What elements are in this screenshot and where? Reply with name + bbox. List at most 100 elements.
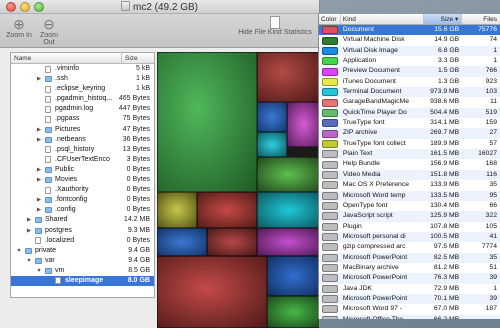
column-header-kind[interactable]: Kind — [341, 14, 425, 24]
treemap-block[interactable] — [257, 52, 319, 102]
tree-folder-row[interactable]: ▶ .config 0 Bytes — [11, 205, 154, 215]
file-kind-row[interactable]: Video Media 151.8 MB 116 — [319, 169, 500, 181]
kind-color-swatch[interactable] — [321, 139, 338, 148]
treemap-block[interactable] — [207, 228, 257, 256]
tree-folder-row[interactable]: ▶ .netbeans 36 Bytes — [11, 135, 154, 145]
disclosure-collapsed-icon[interactable]: ▶ — [35, 125, 43, 135]
treemap-block[interactable] — [257, 228, 319, 256]
kind-color-swatch[interactable] — [321, 46, 338, 55]
kind-color-swatch[interactable] — [321, 36, 338, 45]
file-kind-row[interactable]: Microsoft PowerPoint 76.3 MB 39 — [319, 273, 500, 284]
treemap-block[interactable] — [257, 132, 287, 157]
disclosure-collapsed-icon[interactable]: ▶ — [35, 175, 43, 185]
kind-color-swatch[interactable] — [321, 98, 338, 107]
kind-color-swatch[interactable] — [321, 119, 338, 128]
kind-color-swatch[interactable] — [321, 295, 338, 304]
kind-color-swatch[interactable] — [321, 233, 338, 242]
file-kind-row[interactable]: Microsoft PowerPoint 70.1 MB 39 — [319, 293, 500, 305]
tree-folder-row[interactable]: ▶ Shared 14.2 MB — [11, 215, 154, 225]
disclosure-collapsed-icon[interactable]: ▶ — [35, 74, 43, 84]
file-kind-row[interactable]: Microsoft Word temp 133.5 MB 95 — [319, 190, 500, 201]
tree-file-row[interactable]: pgadmin.log 447 Bytes — [11, 104, 154, 114]
file-kind-row[interactable]: JavaScript script 125.9 MB 322 — [319, 211, 500, 222]
file-kind-row[interactable]: Application 3.3 GB 1 — [319, 56, 500, 67]
hide-file-kind-statistics-button[interactable]: Hide File Kind Statistics — [235, 16, 315, 36]
disclosure-collapsed-icon[interactable]: ▶ — [35, 195, 43, 205]
treemap-block[interactable] — [157, 256, 267, 328]
tree-file-row[interactable]: .CFUserTextEnco 3 Bytes — [11, 155, 154, 165]
disclosure-collapsed-icon[interactable]: ▶ — [25, 226, 33, 236]
column-header-files[interactable]: Files — [462, 14, 500, 24]
kind-color-swatch[interactable] — [321, 181, 338, 190]
file-kind-row[interactable]: MacBinary archive 81.2 MB 51 — [319, 262, 500, 274]
file-kind-row[interactable]: QuickTime Player Do 504.4 MB 519 — [319, 107, 500, 119]
tree-folder-row[interactable]: ▶ .fontconfig 0 Bytes — [11, 195, 154, 205]
kind-color-swatch[interactable] — [321, 253, 338, 262]
kind-color-swatch[interactable] — [321, 77, 338, 86]
treemap-block[interactable] — [287, 102, 319, 147]
tree-folder-row[interactable]: ▶ Movies 0 Bytes — [11, 175, 154, 185]
file-kind-row[interactable]: gzip compressed arc 97.5 MB 7774 — [319, 242, 500, 253]
treemap-block[interactable] — [267, 256, 319, 296]
file-kind-row[interactable]: Help Bundle 156.9 MB 168 — [319, 159, 500, 170]
file-kind-row[interactable]: Virtual Machine Disk 14.9 GB 74 — [319, 35, 500, 46]
disclosure-expanded-icon[interactable]: ▼ — [25, 256, 33, 266]
title-bar[interactable]: mc2 (49.2 GB) — [0, 0, 319, 14]
file-kind-row[interactable]: Java JDK 72.9 MB 1 — [319, 283, 500, 294]
file-tree[interactable]: Name Size .viminfo 5 kB ▶ .ssh 1 kB .eclipse_… — [10, 52, 155, 298]
treemap-block[interactable] — [157, 192, 197, 228]
treemap-block[interactable] — [267, 296, 319, 328]
tree-folder-row[interactable]: ▶ Public 0 Bytes — [11, 165, 154, 175]
tree-file-row[interactable]: .pgadmin_histoq... 465 Bytes — [11, 94, 154, 104]
column-header-size[interactable]: Size — [122, 53, 154, 63]
tree-folder-row[interactable]: ▶ .ssh 1 kB — [11, 74, 154, 84]
disclosure-collapsed-icon[interactable]: ▶ — [35, 135, 43, 145]
file-kind-row[interactable]: iTunes Document 1.3 GB 923 — [319, 76, 500, 88]
kind-color-swatch[interactable] — [321, 315, 338, 319]
file-kind-row[interactable]: GarageBandMagicMe 938.6 MB 11 — [319, 97, 500, 108]
zoom-in-button[interactable]: ⊕ Zoom In — [6, 16, 32, 39]
kind-color-swatch[interactable] — [321, 274, 338, 283]
file-kind-row[interactable]: Document 15.6 GB 75776 — [319, 25, 500, 36]
tree-folder-row[interactable]: ▶ Pictures 47 Bytes — [11, 125, 154, 135]
tree-folder-row[interactable]: ▼ vm 8.5 GB — [11, 266, 154, 276]
tree-file-row[interactable]: .eclipse_keyring 1 kB — [11, 84, 154, 94]
file-kind-row[interactable]: OpenType font 130.4 MB 66 — [319, 200, 500, 212]
tree-file-row[interactable]: .viminfo 5 kB — [11, 64, 154, 74]
column-header-name[interactable]: Name — [11, 53, 122, 63]
treemap-block[interactable] — [197, 192, 257, 228]
treemap-block[interactable] — [157, 52, 257, 192]
treemap-block[interactable] — [257, 157, 319, 192]
kind-color-swatch[interactable] — [321, 191, 338, 200]
file-kind-row[interactable]: Plain Text 161.5 MB 16027 — [319, 149, 500, 160]
kind-color-swatch[interactable] — [321, 57, 338, 66]
file-kind-row[interactable]: Microsoft personal di 100.5 MB 41 — [319, 231, 500, 243]
file-kind-row[interactable]: Virtual Disk Image 6.8 GB 1 — [319, 45, 500, 57]
kind-color-swatch[interactable] — [321, 243, 338, 252]
kind-color-swatch[interactable] — [321, 108, 338, 117]
treemap-view[interactable] — [157, 52, 319, 328]
file-kind-row[interactable]: ZIP archive 269.7 MB 27 — [319, 128, 500, 139]
disclosure-expanded-icon[interactable]: ▼ — [35, 266, 43, 276]
column-header-size-sorted[interactable]: Size ▾ — [424, 14, 463, 24]
kind-color-swatch[interactable] — [321, 88, 338, 97]
file-kind-row[interactable]: Preview Document 1.5 GB 766 — [319, 66, 500, 77]
disclosure-expanded-icon[interactable]: ▼ — [15, 246, 23, 256]
disclosure-collapsed-icon[interactable]: ▶ — [25, 215, 33, 225]
kind-color-swatch[interactable] — [321, 129, 338, 138]
tree-file-row[interactable]: .pgpass 75 Bytes — [11, 114, 154, 124]
kind-color-swatch[interactable] — [321, 26, 338, 35]
file-kind-row[interactable]: Microsoft Office The66.2 MB — [319, 314, 500, 319]
file-kind-row[interactable]: TrueType font collect 189.9 MB 57 — [319, 138, 500, 150]
treemap-block[interactable] — [257, 192, 319, 228]
file-kind-row[interactable]: Terminal Document 973.9 MB 103 — [319, 87, 500, 98]
file-kind-row[interactable]: Microsoft PowerPoint 82.5 MB 35 — [319, 252, 500, 263]
column-header-color[interactable]: Color — [319, 14, 341, 24]
kind-color-swatch[interactable] — [321, 212, 338, 221]
kind-color-swatch[interactable] — [321, 202, 338, 211]
kind-color-swatch[interactable] — [321, 67, 338, 76]
file-kind-row[interactable]: Mac OS X Preference 133.9 MB 35 — [319, 180, 500, 191]
kind-color-swatch[interactable] — [321, 222, 338, 231]
tree-file-row[interactable]: sleepimage 8.0 GB — [11, 275, 154, 287]
tree-folder-row[interactable]: ▼ private 9.4 GB — [11, 246, 154, 256]
